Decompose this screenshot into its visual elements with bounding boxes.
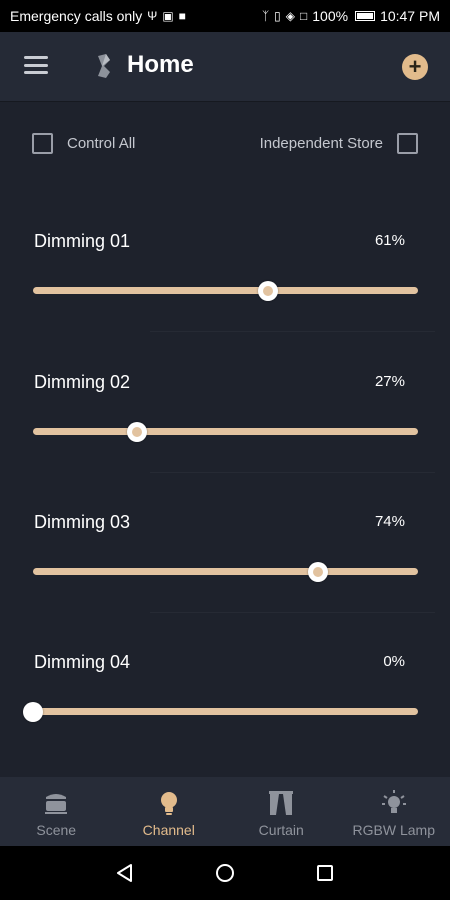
nav-label: Scene bbox=[36, 822, 77, 838]
independent-store-option[interactable]: Independent Store bbox=[260, 133, 418, 154]
bluetooth-icon bbox=[98, 54, 110, 78]
curtain-icon bbox=[269, 791, 294, 815]
row-divider bbox=[150, 612, 435, 613]
channel-slider[interactable] bbox=[33, 422, 418, 442]
slider-track[interactable] bbox=[33, 428, 418, 435]
nav-label: Channel bbox=[142, 822, 195, 838]
status-left: Emergency calls only Ψ ▣ ■ bbox=[10, 8, 186, 24]
add-button[interactable]: + bbox=[402, 54, 428, 80]
independent-store-label: Independent Store bbox=[259, 135, 383, 152]
channel-value: 74% bbox=[374, 513, 405, 530]
app-bar: Home + bbox=[0, 32, 450, 102]
channel-slider[interactable] bbox=[23, 702, 418, 722]
scene-icon bbox=[45, 794, 68, 814]
battery-icon bbox=[355, 11, 376, 21]
channel-name: Dimming 02 bbox=[34, 372, 131, 392]
channel-name: Dimming 03 bbox=[34, 512, 131, 532]
control-all-option[interactable]: Control All bbox=[32, 133, 135, 154]
channel-name: Dimming 04 bbox=[34, 652, 131, 672]
channel-value: 61% bbox=[374, 232, 405, 249]
usb-icon: Ψ bbox=[147, 9, 158, 23]
row-divider bbox=[150, 331, 435, 332]
control-all-checkbox[interactable] bbox=[32, 133, 53, 154]
channel-row-3: Dimming 03 74% bbox=[0, 512, 450, 652]
independent-store-checkbox[interactable] bbox=[397, 133, 418, 154]
image-icon: ▣ bbox=[162, 9, 174, 23]
app-screen: Emergency calls only Ψ ▣ ■ ᛉ ▯ ◈ □ 100% … bbox=[0, 0, 450, 900]
channel-row-2: Dimming 02 27% bbox=[0, 372, 450, 512]
slider-track[interactable] bbox=[33, 568, 418, 575]
hamburger-menu-icon[interactable] bbox=[24, 56, 48, 74]
recents-icon[interactable] bbox=[315, 863, 335, 883]
slider-thumb[interactable] bbox=[23, 702, 43, 722]
page-title: Home bbox=[127, 51, 194, 78]
channel-value: 0% bbox=[383, 653, 405, 670]
facebook-icon: ■ bbox=[178, 9, 186, 23]
slider-thumb[interactable] bbox=[126, 422, 147, 442]
vibrate-icon: ▯ bbox=[274, 9, 281, 23]
status-bar: Emergency calls only Ψ ▣ ■ ᛉ ▯ ◈ □ 100% … bbox=[0, 0, 450, 32]
slider-track[interactable] bbox=[33, 708, 418, 715]
slider-thumb[interactable] bbox=[257, 281, 278, 301]
back-icon[interactable] bbox=[115, 863, 135, 883]
slider-track[interactable] bbox=[33, 287, 418, 294]
channel-row-4: Dimming 04 0% bbox=[0, 652, 450, 792]
slider-thumb[interactable] bbox=[307, 562, 328, 582]
control-all-label: Control All bbox=[67, 135, 136, 152]
nfc-icon: □ bbox=[300, 9, 308, 23]
channel-name: Dimming 01 bbox=[34, 231, 131, 251]
nav-scene[interactable]: Scene bbox=[0, 777, 113, 846]
nav-label: Curtain bbox=[258, 822, 304, 838]
nav-rgbw-lamp[interactable]: RGBW Lamp bbox=[338, 777, 450, 846]
clock: 10:47 PM bbox=[380, 8, 440, 24]
row-divider bbox=[150, 472, 435, 473]
carrier-text: Emergency calls only bbox=[10, 8, 143, 24]
system-nav-bar bbox=[0, 846, 450, 900]
battery-percent: 100% bbox=[312, 8, 349, 24]
channel-value: 27% bbox=[374, 373, 405, 390]
channel-slider[interactable] bbox=[33, 281, 418, 301]
lamp-icon bbox=[381, 790, 406, 813]
status-right: ᛉ ▯ ◈ □ 100% 10:47 PM bbox=[262, 8, 440, 24]
wifi-icon: ◈ bbox=[285, 9, 295, 23]
bulb-icon bbox=[160, 792, 177, 815]
channel-slider[interactable] bbox=[33, 562, 418, 582]
bottom-nav: Scene Channel Curtain RGBW Lamp bbox=[0, 777, 450, 846]
plus-icon: + bbox=[408, 54, 422, 79]
home-icon[interactable] bbox=[215, 863, 235, 883]
nav-curtain[interactable]: Curtain bbox=[225, 777, 338, 846]
nav-channel[interactable]: Channel bbox=[113, 777, 226, 846]
nav-label: RGBW Lamp bbox=[352, 822, 435, 838]
bluetooth-status-icon: ᛉ bbox=[261, 9, 270, 23]
channel-row-1: Dimming 01 61% bbox=[0, 231, 450, 371]
